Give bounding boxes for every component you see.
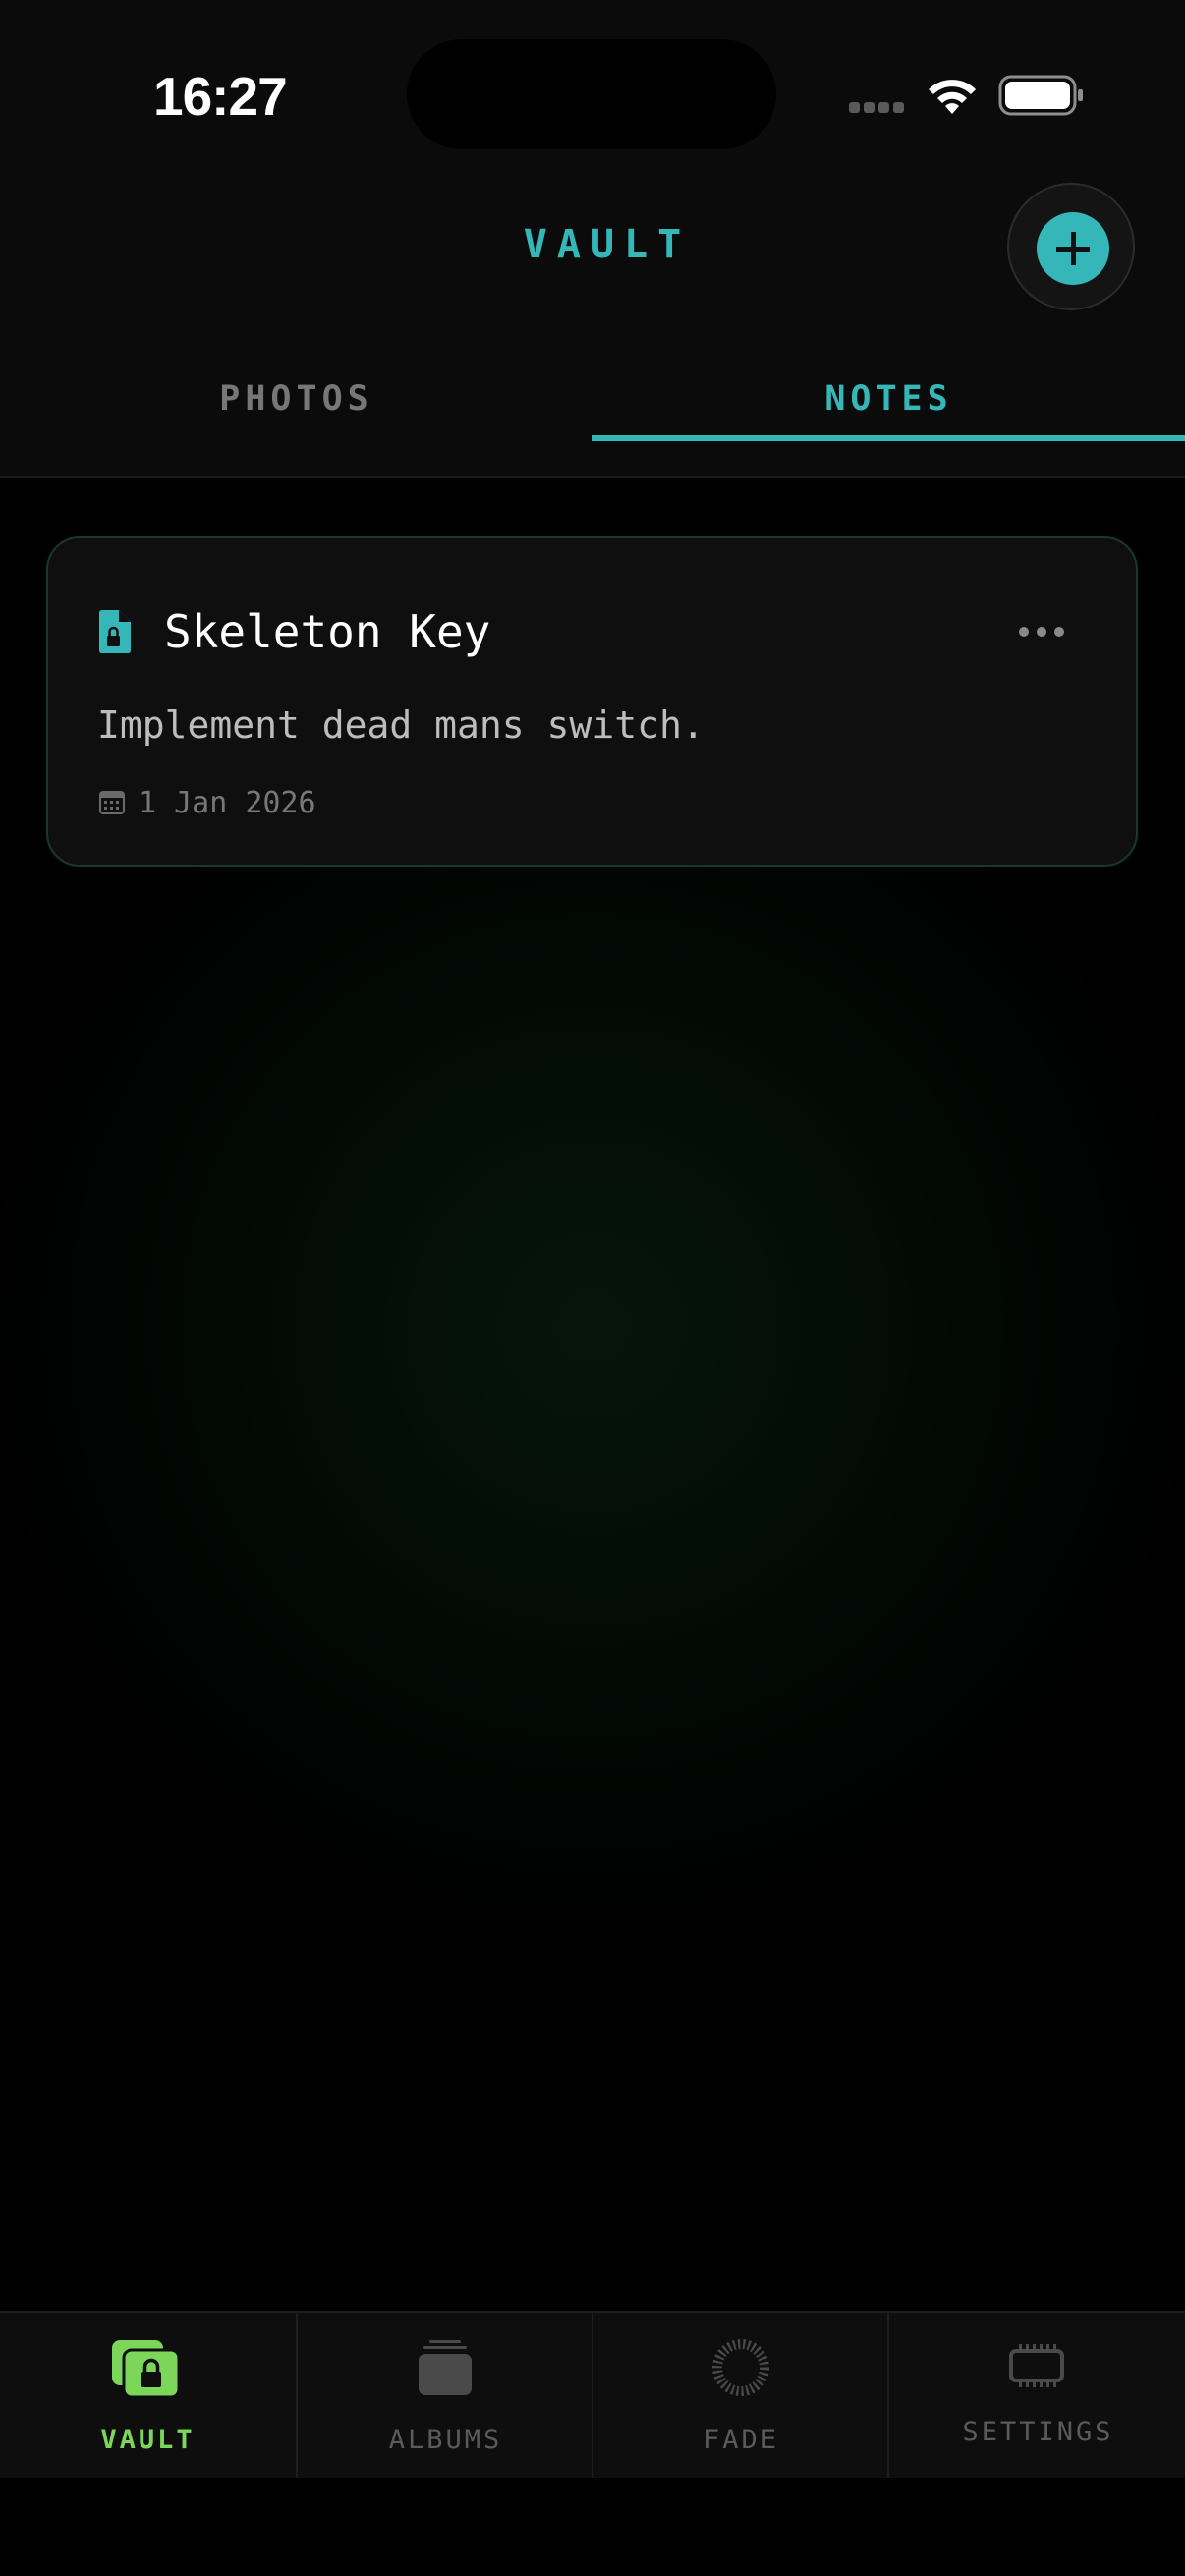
status-bar: 16:27 <box>0 0 1185 187</box>
nav-label-settings: SETTINGS <box>962 2417 1114 2447</box>
fade-icon <box>712 2339 769 2396</box>
add-button[interactable] <box>1007 183 1135 310</box>
tab-notes[interactable]: NOTES <box>592 379 1185 419</box>
vault-icon <box>112 2340 181 2399</box>
nav-item-vault[interactable]: VAULT <box>0 2313 296 2478</box>
chip-icon <box>1009 2344 1064 2387</box>
bottom-nav: VAULT ALBUMS FADE SETTINGS <box>0 2311 1185 2478</box>
status-time: 16:27 <box>153 66 288 127</box>
dynamic-island <box>407 39 776 149</box>
note-body: Implement dead mans switch. <box>97 703 705 747</box>
nav-label-vault: VAULT <box>100 2425 196 2455</box>
note-card[interactable]: Skeleton Key Implement dead mans switch.… <box>46 536 1138 867</box>
signal-icon <box>849 102 908 116</box>
nav-item-settings[interactable]: SETTINGS <box>887 2313 1185 2478</box>
locked-file-icon <box>99 610 131 653</box>
nav-label-fade: FADE <box>703 2425 780 2455</box>
nav-item-fade[interactable]: FADE <box>592 2313 889 2478</box>
active-tab-indicator <box>592 435 1185 441</box>
calendar-icon <box>99 791 125 814</box>
tab-photos[interactable]: PHOTOS <box>0 379 592 419</box>
plus-icon <box>1056 232 1090 265</box>
note-date: 1 Jan 2026 <box>139 786 316 820</box>
note-title: Skeleton Key <box>164 605 491 658</box>
wifi-icon <box>929 80 976 114</box>
nav-item-albums[interactable]: ALBUMS <box>296 2313 593 2478</box>
albums-icon <box>419 2340 472 2395</box>
tab-divider <box>0 476 1185 478</box>
battery-icon <box>998 75 1083 116</box>
nav-label-albums: ALBUMS <box>388 2425 503 2455</box>
more-options-icon[interactable] <box>1019 627 1066 639</box>
